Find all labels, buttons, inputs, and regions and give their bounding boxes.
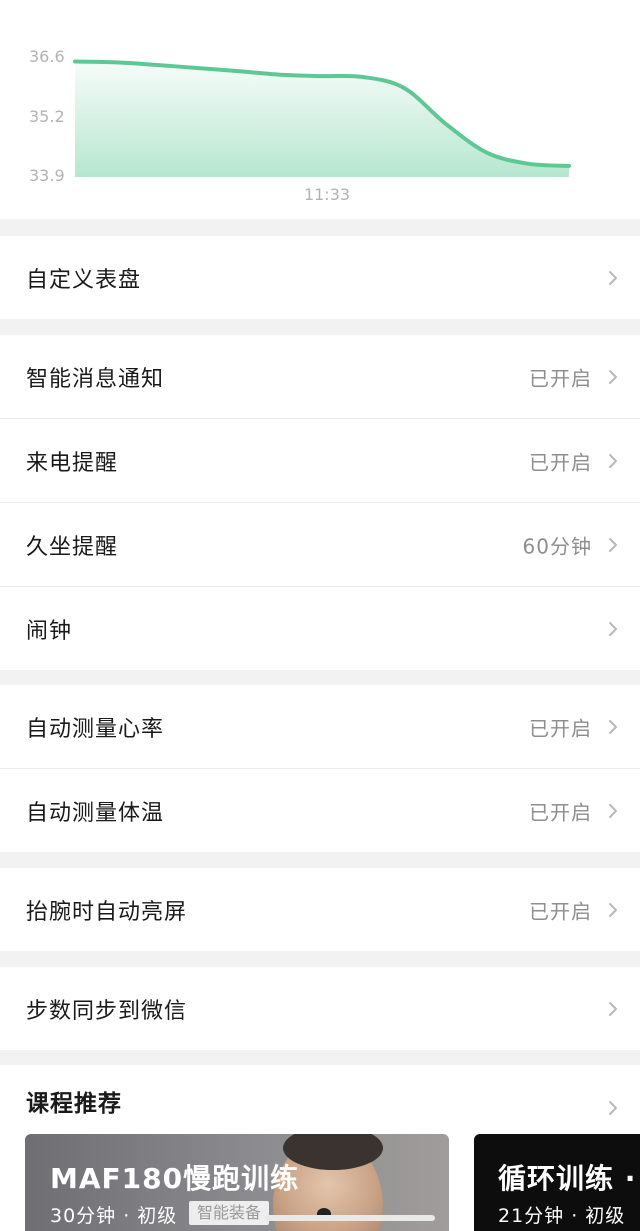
course-name: 循环训练 · [498,1162,637,1195]
course-recommendations: 课程推荐 MAF180慢跑训练 30分钟 · 初级 智能装备 循环训练 · 21… [0,1065,640,1231]
temperature-chart-card: 36.6 35.2 33.9 11:33 [0,0,640,219]
setting-row-auto-temperature[interactable]: 自动测量体温 已开启 [0,768,640,852]
course-progress-bar [265,1215,435,1221]
setting-row-call-reminder[interactable]: 来电提醒 已开启 [0,418,640,502]
chevron-right-icon [609,453,617,468]
section-wechat-sync: 步数同步到微信 [0,967,640,1050]
setting-row-sedentary-reminder[interactable]: 久坐提醒 60分钟 [0,502,640,586]
chevron-right-icon [609,1001,617,1016]
section-watchface: 自定义表盘 [0,236,640,319]
y-tick-label: 35.2 [29,107,65,126]
chevron-right-icon [609,902,617,917]
course-meta: 21分钟 · 初级 [498,1205,626,1227]
setting-row-custom-watchface[interactable]: 自定义表盘 [0,236,640,319]
setting-label: 自动测量心率 [26,716,165,742]
course-name: MAF180慢跑训练 [50,1162,300,1195]
setting-label: 来电提醒 [26,450,119,476]
setting-value: 已开启 [529,716,592,740]
setting-value: 已开启 [529,800,592,824]
temperature-area-fill [75,61,569,177]
setting-row-auto-heart-rate[interactable]: 自动测量心率 已开启 [0,685,640,768]
setting-row-alarm[interactable]: 闹钟 [0,586,640,670]
y-tick-label: 36.6 [29,47,65,66]
setting-label: 闹钟 [26,618,73,644]
chevron-right-icon [609,621,617,636]
course-tag: 智能装备 [189,1201,270,1225]
setting-value: 60分钟 [522,534,592,558]
course-meta: 30分钟 · 初级 [50,1205,178,1227]
setting-label: 自动测量体温 [26,800,165,826]
watch-settings-page: 36.6 35.2 33.9 11:33 自定义表盘 智能消息通知 已开启 来电… [0,0,640,1231]
chevron-right-icon[interactable] [608,1100,618,1116]
setting-value: 已开启 [529,450,592,474]
course-card-maf180[interactable]: MAF180慢跑训练 30分钟 · 初级 智能装备 [25,1134,449,1231]
chevron-right-icon [609,270,617,285]
x-tick-label: 11:33 [303,185,351,204]
setting-label: 智能消息通知 [26,366,165,392]
setting-row-raise-to-wake[interactable]: 抬腕时自动亮屏 已开启 [0,868,640,951]
setting-row-wechat-steps[interactable]: 步数同步到微信 [0,967,640,1050]
courses-title: 课程推荐 [26,1091,122,1117]
setting-value: 已开启 [529,366,592,390]
setting-label: 步数同步到微信 [26,998,188,1024]
setting-value: 已开启 [529,899,592,923]
section-raise-to-wake: 抬腕时自动亮屏 已开启 [0,868,640,951]
y-tick-label: 33.9 [29,166,65,185]
setting-label: 抬腕时自动亮屏 [26,899,188,925]
chevron-right-icon [609,369,617,384]
chevron-right-icon [609,803,617,818]
setting-row-smart-notifications[interactable]: 智能消息通知 已开启 [0,335,640,418]
chevron-right-icon [609,719,617,734]
chevron-right-icon [609,537,617,552]
setting-label: 自定义表盘 [26,267,142,293]
setting-label: 久坐提醒 [26,534,119,560]
section-notifications: 智能消息通知 已开启 来电提醒 已开启 久坐提醒 60分钟 闹钟 [0,335,640,670]
course-card-circuit[interactable]: 循环训练 · 21分钟 · 初级 [474,1134,640,1231]
section-auto-measure: 自动测量心率 已开启 自动测量体温 已开启 [0,685,640,852]
